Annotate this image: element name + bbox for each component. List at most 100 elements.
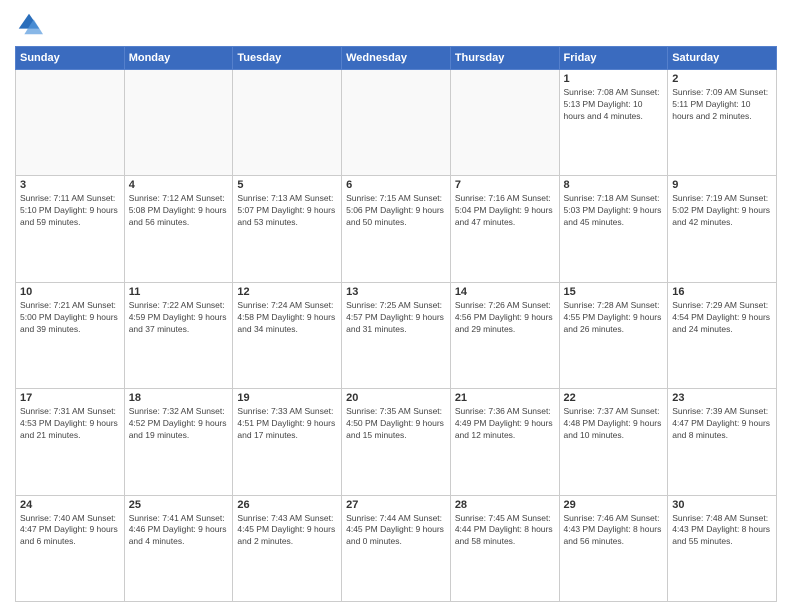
calendar-cell: 9 Sunrise: 7:19 AM Sunset: 5:02 PM Daylig… xyxy=(668,176,777,282)
day-number: 6 xyxy=(346,179,446,191)
day-number: 19 xyxy=(237,392,337,404)
calendar-cell: 19 Sunrise: 7:33 AM Sunset: 4:51 PM Dayli… xyxy=(233,389,342,495)
day-info: Sunrise: 7:31 AM Sunset: 4:53 PM Dayligh… xyxy=(20,406,120,442)
day-info: Sunrise: 7:19 AM Sunset: 5:02 PM Dayligh… xyxy=(672,193,772,229)
day-number: 13 xyxy=(346,286,446,298)
calendar-week-4: 17 Sunrise: 7:31 AM Sunset: 4:53 PM Dayli… xyxy=(16,389,777,495)
day-info: Sunrise: 7:16 AM Sunset: 5:04 PM Dayligh… xyxy=(455,193,555,229)
calendar-header-tuesday: Tuesday xyxy=(233,47,342,70)
day-info: Sunrise: 7:33 AM Sunset: 4:51 PM Dayligh… xyxy=(237,406,337,442)
day-number: 14 xyxy=(455,286,555,298)
calendar-cell: 15 Sunrise: 7:28 AM Sunset: 4:55 PM Dayli… xyxy=(559,282,668,388)
day-number: 26 xyxy=(237,499,337,511)
day-info: Sunrise: 7:26 AM Sunset: 4:56 PM Dayligh… xyxy=(455,300,555,336)
day-number: 25 xyxy=(129,499,229,511)
calendar-cell: 7 Sunrise: 7:16 AM Sunset: 5:04 PM Daylig… xyxy=(450,176,559,282)
calendar-cell xyxy=(16,70,125,176)
calendar-cell xyxy=(450,70,559,176)
calendar-cell xyxy=(124,70,233,176)
logo xyxy=(15,10,47,38)
calendar-header-sunday: Sunday xyxy=(16,47,125,70)
calendar-header-row: SundayMondayTuesdayWednesdayThursdayFrid… xyxy=(16,47,777,70)
calendar-week-5: 24 Sunrise: 7:40 AM Sunset: 4:47 PM Dayli… xyxy=(16,495,777,601)
day-info: Sunrise: 7:41 AM Sunset: 4:46 PM Dayligh… xyxy=(129,513,229,549)
day-number: 18 xyxy=(129,392,229,404)
calendar-header-friday: Friday xyxy=(559,47,668,70)
calendar-cell: 24 Sunrise: 7:40 AM Sunset: 4:47 PM Dayli… xyxy=(16,495,125,601)
calendar-cell: 10 Sunrise: 7:21 AM Sunset: 5:00 PM Dayli… xyxy=(16,282,125,388)
day-info: Sunrise: 7:35 AM Sunset: 4:50 PM Dayligh… xyxy=(346,406,446,442)
day-info: Sunrise: 7:32 AM Sunset: 4:52 PM Dayligh… xyxy=(129,406,229,442)
logo-icon xyxy=(15,10,43,38)
day-info: Sunrise: 7:37 AM Sunset: 4:48 PM Dayligh… xyxy=(564,406,664,442)
calendar-week-1: 1Sunrise: 7:08 AM Sunset: 5:13 PM Daylig… xyxy=(16,70,777,176)
day-number: 24 xyxy=(20,499,120,511)
day-info: Sunrise: 7:44 AM Sunset: 4:45 PM Dayligh… xyxy=(346,513,446,549)
day-info: Sunrise: 7:21 AM Sunset: 5:00 PM Dayligh… xyxy=(20,300,120,336)
day-info: Sunrise: 7:48 AM Sunset: 4:43 PM Dayligh… xyxy=(672,513,772,549)
day-number: 8 xyxy=(564,179,664,191)
calendar-cell: 5Sunrise: 7:13 AM Sunset: 5:07 PM Daylig… xyxy=(233,176,342,282)
day-number: 9 xyxy=(672,179,772,191)
calendar-cell: 14 Sunrise: 7:26 AM Sunset: 4:56 PM Dayli… xyxy=(450,282,559,388)
day-number: 7 xyxy=(455,179,555,191)
day-number: 1 xyxy=(564,73,664,85)
day-info: Sunrise: 7:12 AM Sunset: 5:08 PM Dayligh… xyxy=(129,193,229,229)
day-number: 17 xyxy=(20,392,120,404)
day-info: Sunrise: 7:40 AM Sunset: 4:47 PM Dayligh… xyxy=(20,513,120,549)
day-number: 21 xyxy=(455,392,555,404)
calendar-cell: 17 Sunrise: 7:31 AM Sunset: 4:53 PM Dayli… xyxy=(16,389,125,495)
day-number: 28 xyxy=(455,499,555,511)
day-number: 4 xyxy=(129,179,229,191)
day-number: 16 xyxy=(672,286,772,298)
day-info: Sunrise: 7:09 AM Sunset: 5:11 PM Dayligh… xyxy=(672,87,772,123)
day-number: 10 xyxy=(20,286,120,298)
calendar-cell: 27Sunrise: 7:44 AM Sunset: 4:45 PM Dayli… xyxy=(342,495,451,601)
day-number: 22 xyxy=(564,392,664,404)
calendar-header-wednesday: Wednesday xyxy=(342,47,451,70)
calendar-cell: 2 Sunrise: 7:09 AM Sunset: 5:11 PM Daylig… xyxy=(668,70,777,176)
calendar-week-2: 3 Sunrise: 7:11 AM Sunset: 5:10 PM Daylig… xyxy=(16,176,777,282)
day-number: 29 xyxy=(564,499,664,511)
calendar-cell: 11 Sunrise: 7:22 AM Sunset: 4:59 PM Dayli… xyxy=(124,282,233,388)
calendar-cell: 22 Sunrise: 7:37 AM Sunset: 4:48 PM Dayli… xyxy=(559,389,668,495)
calendar-cell: 4 Sunrise: 7:12 AM Sunset: 5:08 PM Daylig… xyxy=(124,176,233,282)
day-info: Sunrise: 7:25 AM Sunset: 4:57 PM Dayligh… xyxy=(346,300,446,336)
calendar-cell: 16 Sunrise: 7:29 AM Sunset: 4:54 PM Dayli… xyxy=(668,282,777,388)
day-number: 23 xyxy=(672,392,772,404)
calendar-header-saturday: Saturday xyxy=(668,47,777,70)
day-number: 20 xyxy=(346,392,446,404)
calendar-week-3: 10 Sunrise: 7:21 AM Sunset: 5:00 PM Dayli… xyxy=(16,282,777,388)
day-info: Sunrise: 7:45 AM Sunset: 4:44 PM Dayligh… xyxy=(455,513,555,549)
calendar-cell xyxy=(342,70,451,176)
day-info: Sunrise: 7:29 AM Sunset: 4:54 PM Dayligh… xyxy=(672,300,772,336)
day-info: Sunrise: 7:13 AM Sunset: 5:07 PM Dayligh… xyxy=(237,193,337,229)
calendar-cell: 21 Sunrise: 7:36 AM Sunset: 4:49 PM Dayli… xyxy=(450,389,559,495)
day-info: Sunrise: 7:24 AM Sunset: 4:58 PM Dayligh… xyxy=(237,300,337,336)
day-number: 12 xyxy=(237,286,337,298)
day-info: Sunrise: 7:36 AM Sunset: 4:49 PM Dayligh… xyxy=(455,406,555,442)
day-number: 15 xyxy=(564,286,664,298)
day-number: 2 xyxy=(672,73,772,85)
calendar-cell: 20 Sunrise: 7:35 AM Sunset: 4:50 PM Dayli… xyxy=(342,389,451,495)
calendar-cell: 13 Sunrise: 7:25 AM Sunset: 4:57 PM Dayli… xyxy=(342,282,451,388)
day-info: Sunrise: 7:28 AM Sunset: 4:55 PM Dayligh… xyxy=(564,300,664,336)
calendar-header-monday: Monday xyxy=(124,47,233,70)
day-number: 3 xyxy=(20,179,120,191)
day-number: 30 xyxy=(672,499,772,511)
day-info: Sunrise: 7:18 AM Sunset: 5:03 PM Dayligh… xyxy=(564,193,664,229)
calendar-table: SundayMondayTuesdayWednesdayThursdayFrid… xyxy=(15,46,777,602)
calendar-cell: 23Sunrise: 7:39 AM Sunset: 4:47 PM Dayli… xyxy=(668,389,777,495)
calendar-cell: 29Sunrise: 7:46 AM Sunset: 4:43 PM Dayli… xyxy=(559,495,668,601)
calendar-cell: 6 Sunrise: 7:15 AM Sunset: 5:06 PM Daylig… xyxy=(342,176,451,282)
day-info: Sunrise: 7:11 AM Sunset: 5:10 PM Dayligh… xyxy=(20,193,120,229)
calendar-cell: 26Sunrise: 7:43 AM Sunset: 4:45 PM Dayli… xyxy=(233,495,342,601)
day-info: Sunrise: 7:22 AM Sunset: 4:59 PM Dayligh… xyxy=(129,300,229,336)
calendar-cell: 3 Sunrise: 7:11 AM Sunset: 5:10 PM Daylig… xyxy=(16,176,125,282)
calendar-cell: 30 Sunrise: 7:48 AM Sunset: 4:43 PM Dayli… xyxy=(668,495,777,601)
day-number: 11 xyxy=(129,286,229,298)
calendar-cell: 28 Sunrise: 7:45 AM Sunset: 4:44 PM Dayli… xyxy=(450,495,559,601)
calendar-header-thursday: Thursday xyxy=(450,47,559,70)
day-info: Sunrise: 7:15 AM Sunset: 5:06 PM Dayligh… xyxy=(346,193,446,229)
header xyxy=(15,10,777,38)
